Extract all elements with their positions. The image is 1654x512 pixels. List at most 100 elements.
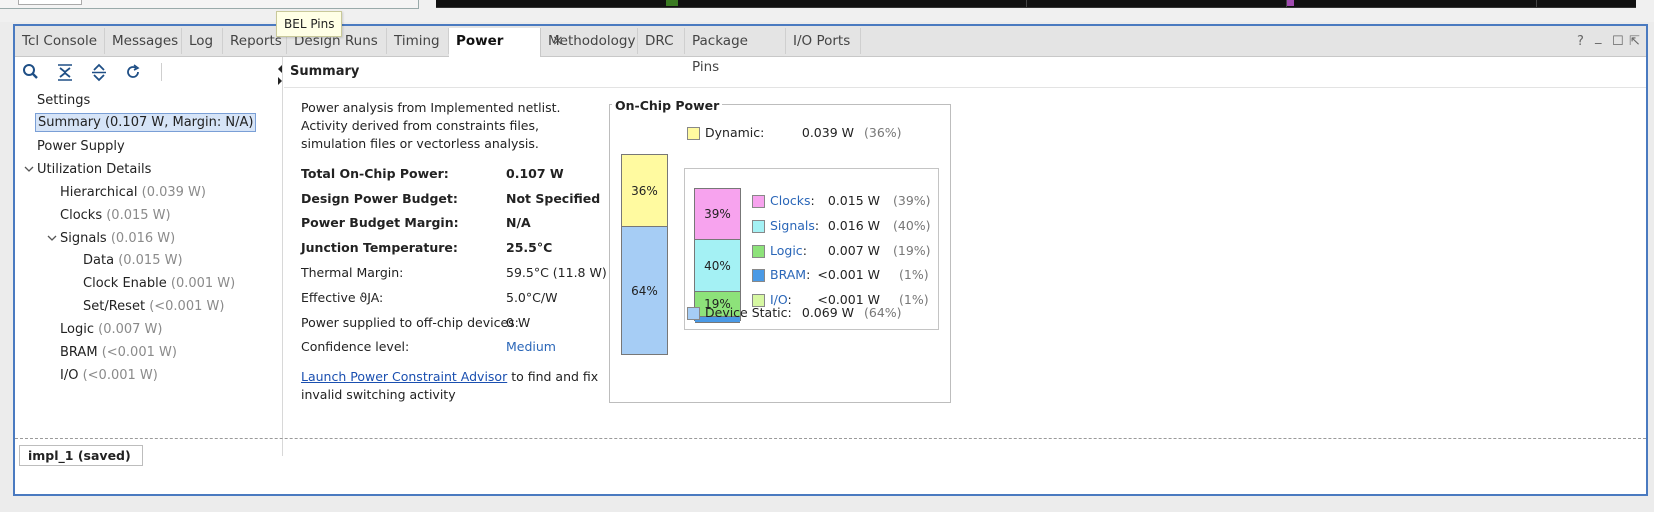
tree-item-data[interactable]: Data (0.015 W) (83, 253, 183, 268)
tree-item-value: (<0.001 W) (101, 345, 177, 360)
power-constraint-advisor-link[interactable]: Launch Power Constraint Advisor (301, 369, 507, 384)
tab-drc[interactable]: DRC (638, 28, 685, 54)
tab-timing[interactable]: Timing (387, 28, 449, 54)
clocks-bar-segment: 39% (695, 189, 740, 240)
tree-item-clock-enable[interactable]: Clock Enable (0.001 W) (83, 276, 235, 291)
signals-bar-segment: 40% (695, 240, 740, 292)
dynamic-bar-segment: 36% (622, 155, 667, 227)
tab-bar: Tcl Console Messages Log Reports Design … (15, 26, 1646, 75)
tree-item-io[interactable]: I/O (<0.001 W) (60, 368, 158, 383)
clocks-legend: Clocks: (770, 193, 815, 208)
total-power-value: 0.107 W (506, 166, 564, 181)
device-view-mark (666, 0, 678, 6)
minimize-icon[interactable]: _ (1595, 30, 1602, 45)
restore-icon[interactable]: ☐ (1612, 34, 1624, 49)
clocks-value: 0.015 W (827, 193, 880, 208)
confidence-label: Confidence level: (301, 339, 410, 354)
effective-theta-label: Effective ϑJA: (301, 290, 384, 305)
device-view-gridline (1536, 0, 1537, 7)
tree-item-value: (0.015 W) (106, 208, 171, 223)
chevron-down-icon[interactable] (24, 164, 34, 177)
tab-io-ports[interactable]: I/O Ports (786, 28, 861, 54)
device-view-mark (1286, 0, 1294, 6)
tab-tcl-console[interactable]: Tcl Console (15, 28, 105, 54)
summary-description: Power analysis from Implemented netlist.… (301, 100, 561, 151)
signals-pct: (40%) (893, 218, 931, 233)
float-icon[interactable]: ⇱ (1629, 34, 1640, 49)
tree-item-value: (0.016 W) (110, 231, 176, 246)
collapse-all-icon[interactable] (55, 62, 75, 82)
effective-theta-value: 5.0°C/W (506, 290, 558, 305)
total-power-label: Total On-Chip Power: (301, 166, 449, 181)
tree-item-label: Clocks (60, 208, 103, 223)
clocks-swatch (752, 195, 765, 208)
static-swatch (687, 307, 700, 320)
tab-methodology[interactable]: Methodology (541, 28, 638, 54)
power-window: Tcl Console Messages Log Reports Design … (13, 24, 1648, 496)
expand-all-icon[interactable] (89, 62, 109, 82)
tree-item-summary[interactable]: Summary (0.107 W, Margin: N/A) (35, 113, 257, 132)
dynamic-swatch (687, 127, 700, 140)
bram-value: <0.001 W (817, 267, 880, 282)
tree-item-set-reset[interactable]: Set/Reset (<0.001 W) (83, 299, 224, 314)
budget-margin-value: N/A (506, 215, 531, 230)
static-bar-segment: 64% (622, 227, 667, 354)
tree-item-label: Data (83, 253, 115, 268)
upper-left-widget (18, 0, 82, 5)
on-chip-power-title: On-Chip Power (612, 98, 723, 113)
tree-item-value: (<0.001 W) (149, 299, 225, 314)
signals-swatch (752, 220, 765, 233)
tooltip: BEL Pins (276, 11, 343, 37)
tab-package-pins[interactable]: Package Pins (685, 28, 786, 75)
tree-item-label: Clock Enable (83, 276, 167, 291)
tree-item-bram[interactable]: BRAM (<0.001 W) (60, 345, 177, 360)
tree-item-hierarchical[interactable]: Hierarchical (0.039 W) (60, 185, 206, 200)
tree-item-value: (0.039 W) (141, 185, 206, 200)
tree-item-logic[interactable]: Logic (0.007 W) (60, 322, 162, 337)
tree-item-signals[interactable]: Signals (0.016 W) (60, 231, 175, 246)
confidence-level-link[interactable]: Medium (506, 339, 556, 354)
off-chip-power-value: 0 W (506, 315, 531, 330)
tab-power[interactable]: Power (449, 28, 541, 57)
tab-log[interactable]: Log (182, 28, 223, 54)
clocks-link[interactable]: Clocks (770, 193, 810, 208)
signals-link[interactable]: Signals (770, 218, 815, 233)
power-tree-panel: Settings Summary (0.107 W, Margin: N/A) … (15, 57, 283, 456)
device-view-edge (436, 0, 1636, 8)
advisor-text: Launch Power Constraint Advisor to find … (301, 368, 601, 404)
total-power-bar: 36% 64% (621, 154, 668, 355)
budget-margin-label: Power Budget Margin: (301, 215, 459, 230)
bram-link[interactable]: BRAM (770, 267, 806, 282)
tree-item-utilization-details[interactable]: Utilization Details (37, 162, 151, 177)
static-value: 0.069 W (801, 305, 854, 320)
tab-messages[interactable]: Messages (105, 28, 182, 54)
run-status-tab[interactable]: impl_1 (saved) (19, 445, 143, 466)
dynamic-value: 0.039 W (801, 125, 854, 140)
dynamic-pct: (36%) (864, 125, 902, 140)
tree-item-label: Set/Reset (83, 299, 146, 314)
toolbar-separator (161, 63, 162, 81)
static-pct: (64%) (864, 305, 902, 320)
tree-item-label: BRAM (60, 345, 98, 360)
chevron-down-icon[interactable] (47, 233, 57, 246)
tree-item-clocks[interactable]: Clocks (0.015 W) (60, 208, 171, 223)
power-budget-value: Not Specified (506, 191, 601, 206)
dynamic-label: Dynamic: (705, 125, 765, 140)
power-budget-label: Design Power Budget: (301, 191, 458, 206)
signals-value: 0.016 W (827, 218, 880, 233)
tree-item-power-supply[interactable]: Power Supply (37, 139, 125, 154)
io-pct: (1%) (899, 292, 929, 307)
off-chip-power-label: Power supplied to off-chip devices: (301, 315, 519, 330)
divider (284, 87, 1646, 88)
logic-link[interactable]: Logic (770, 243, 803, 258)
help-icon[interactable]: ? (1577, 34, 1584, 49)
refresh-icon[interactable] (123, 62, 143, 82)
thermal-margin-label: Thermal Margin: (301, 265, 404, 280)
dynamic-breakdown-bar: 39% 40% 19% (694, 188, 741, 323)
splitter-collapse-icon[interactable] (276, 63, 284, 87)
search-icon[interactable] (21, 62, 41, 82)
bottom-divider (15, 438, 1646, 439)
device-view-gridline (1026, 0, 1027, 7)
tree-item-value: (0.007 W) (98, 322, 163, 337)
tree-item-settings[interactable]: Settings (37, 93, 90, 108)
